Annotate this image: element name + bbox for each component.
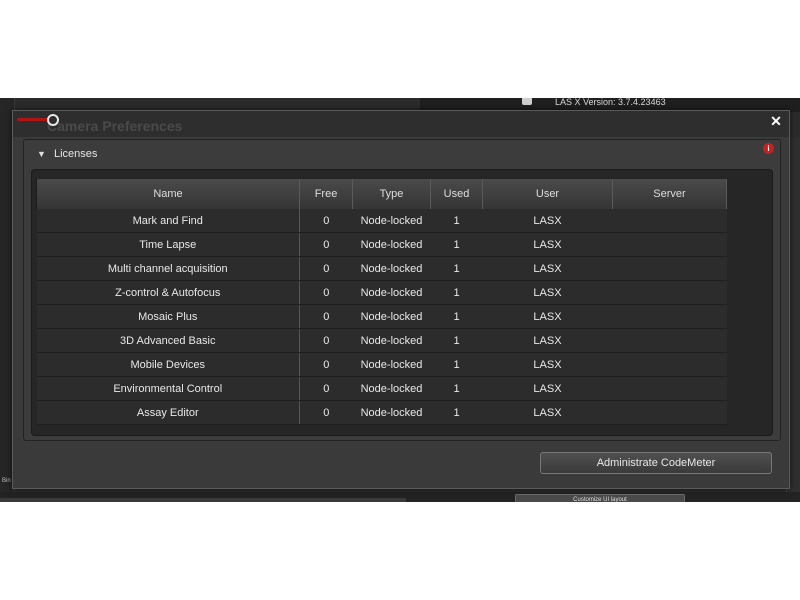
opacity-slider-knob[interactable]: [47, 114, 59, 126]
column-header-used[interactable]: Used: [430, 179, 483, 209]
cell-free: 0: [299, 280, 353, 305]
cell-name: Time Lapse: [36, 232, 300, 257]
table-row[interactable]: Assay Editor 0 Node-locked 1 LASX: [36, 400, 727, 425]
cell-used: 1: [430, 280, 483, 305]
column-header-free[interactable]: Free: [299, 179, 353, 209]
cell-name: Mosaic Plus: [36, 304, 300, 329]
cell-user: LASX: [482, 256, 613, 281]
cell-name: Mark and Find: [36, 209, 300, 233]
cell-server: [612, 400, 727, 425]
column-header-name[interactable]: Name: [36, 179, 300, 209]
section-title: Licenses: [54, 148, 98, 160]
cell-type: Node-locked: [352, 376, 431, 401]
cell-free: 0: [299, 376, 353, 401]
cell-server: [612, 376, 727, 401]
cell-user: LASX: [482, 232, 613, 257]
cell-server: [612, 304, 727, 329]
administrate-codemeter-button[interactable]: Administrate CodeMeter: [540, 452, 772, 474]
licenses-section-header[interactable]: ▼ Licenses: [23, 148, 763, 165]
cell-server: [612, 232, 727, 257]
microscope-icon: [522, 98, 532, 105]
cell-free: 0: [299, 209, 353, 233]
cell-type: Node-locked: [352, 352, 431, 377]
cell-name: Z-control & Autofocus: [36, 280, 300, 305]
cell-server: [612, 328, 727, 353]
cell-free: 0: [299, 304, 353, 329]
cell-type: Node-locked: [352, 280, 431, 305]
dialog-titlebar[interactable]: Camera Preferences ✕: [13, 111, 789, 137]
cell-type: Node-locked: [352, 328, 431, 353]
cell-type: Node-locked: [352, 304, 431, 329]
cell-type: Node-locked: [352, 209, 431, 233]
table-row[interactable]: Environmental Control 0 Node-locked 1 LA…: [36, 376, 727, 401]
horizontal-scrollbar[interactable]: [0, 498, 406, 502]
cell-type: Node-locked: [352, 400, 431, 425]
info-icon[interactable]: i: [763, 143, 774, 154]
cell-name: Multi channel acquisition: [36, 256, 300, 281]
cell-user: LASX: [482, 304, 613, 329]
close-icon[interactable]: ✕: [769, 114, 783, 128]
cell-used: 1: [430, 352, 483, 377]
cell-used: 1: [430, 304, 483, 329]
cell-type: Node-locked: [352, 256, 431, 281]
cell-user: LASX: [482, 400, 613, 425]
cell-server: [612, 280, 727, 305]
cell-server: [612, 256, 727, 281]
version-label: LAS X Version: 3.7.4.23463: [555, 98, 666, 107]
cell-used: 1: [430, 400, 483, 425]
cell-type: Node-locked: [352, 232, 431, 257]
column-header-user[interactable]: User: [482, 179, 613, 209]
table-row[interactable]: Mobile Devices 0 Node-locked 1 LASX: [36, 352, 727, 377]
table-row[interactable]: Multi channel acquisition 0 Node-locked …: [36, 256, 727, 281]
table-row[interactable]: Time Lapse 0 Node-locked 1 LASX: [36, 232, 727, 257]
opacity-slider-track[interactable]: [17, 118, 51, 121]
cell-name: Assay Editor: [36, 400, 300, 425]
column-header-server[interactable]: Server: [612, 179, 727, 209]
dialog-title: Camera Preferences: [47, 118, 183, 134]
table-row[interactable]: Z-control & Autofocus 0 Node-locked 1 LA…: [36, 280, 727, 305]
cell-free: 0: [299, 232, 353, 257]
cell-used: 1: [430, 256, 483, 281]
cell-server: [612, 352, 727, 377]
table-row[interactable]: Mosaic Plus 0 Node-locked 1 LASX: [36, 304, 727, 329]
customize-ui-button[interactable]: Customize UI layout: [515, 494, 685, 502]
cell-server: [612, 209, 727, 233]
cell-used: 1: [430, 209, 483, 233]
cell-used: 1: [430, 376, 483, 401]
cell-name: Environmental Control: [36, 376, 300, 401]
table-header-row: Name Free Type Used User Server: [36, 179, 727, 209]
cell-user: LASX: [482, 328, 613, 353]
licenses-table: Name Free Type Used User Server Mark and…: [36, 179, 727, 425]
cell-user: LASX: [482, 280, 613, 305]
cell-free: 0: [299, 256, 353, 281]
cell-name: Mobile Devices: [36, 352, 300, 377]
cell-user: LASX: [482, 209, 613, 233]
preferences-dialog: Camera Preferences ✕ ▼ Licenses i Name F…: [12, 110, 790, 489]
column-header-type[interactable]: Type: [352, 179, 431, 209]
cell-free: 0: [299, 352, 353, 377]
collapse-arrow-icon[interactable]: ▼: [37, 149, 46, 159]
cell-free: 0: [299, 328, 353, 353]
cell-used: 1: [430, 328, 483, 353]
table-row[interactable]: 3D Advanced Basic 0 Node-locked 1 LASX: [36, 328, 727, 353]
cell-user: LASX: [482, 376, 613, 401]
bin-label: Bin: [2, 478, 11, 484]
cell-used: 1: [430, 232, 483, 257]
table-row[interactable]: Mark and Find 0 Node-locked 1 LASX: [36, 209, 727, 233]
cell-user: LASX: [482, 352, 613, 377]
cell-free: 0: [299, 400, 353, 425]
cell-name: 3D Advanced Basic: [36, 328, 300, 353]
